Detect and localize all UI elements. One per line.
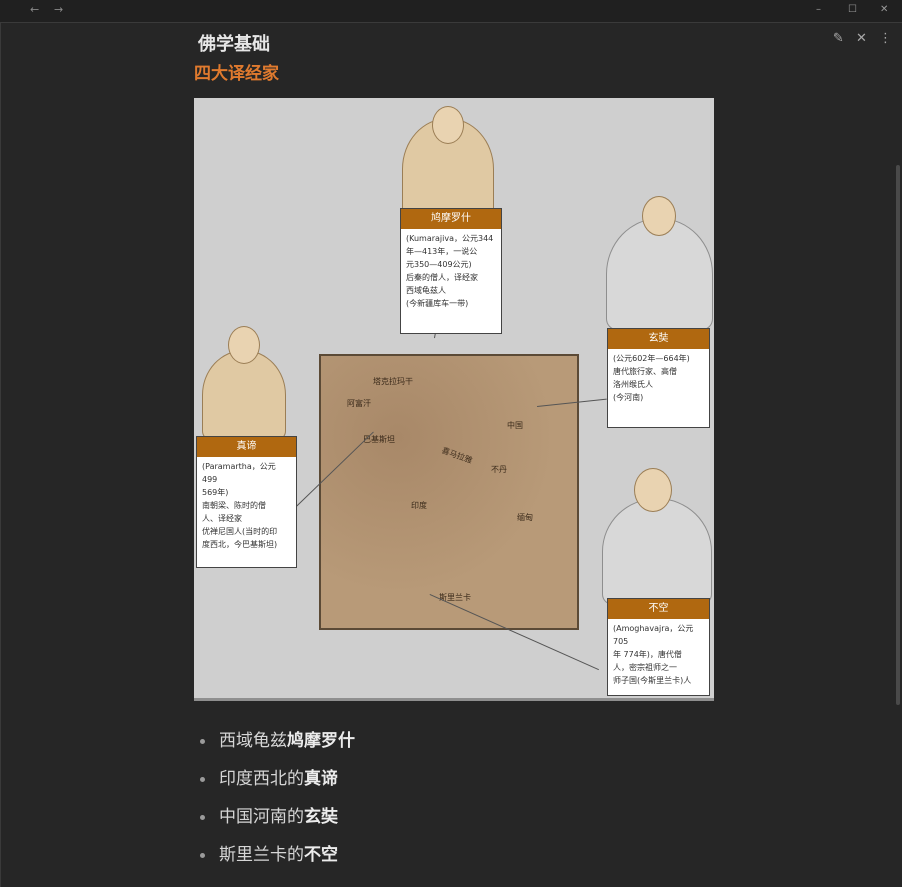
xuanzang-name: 玄奘 bbox=[608, 329, 709, 349]
amoghavajra-name: 不空 bbox=[608, 599, 709, 619]
map-label-china: 中国 bbox=[507, 421, 523, 430]
more-options-icon[interactable]: ⋮ bbox=[879, 31, 892, 46]
paramartha-head bbox=[228, 326, 260, 364]
window-titlebar: ← → – ☐ ✕ bbox=[0, 0, 902, 23]
map-label-himalaya: 喜马拉雅 bbox=[440, 445, 474, 466]
bullet-icon bbox=[200, 853, 205, 858]
window-close-icon[interactable]: ✕ bbox=[880, 4, 888, 15]
amoghavajra-head bbox=[634, 468, 672, 512]
figure-bottom-border bbox=[194, 698, 714, 701]
forward-arrow-icon[interactable]: → bbox=[54, 3, 63, 16]
amoghavajra-illustration bbox=[602, 498, 712, 605]
kumarajiva-desc: (Kumarajiva，公元344 年—413年，一说公 元350—409公元)… bbox=[406, 234, 494, 308]
list-item-text: 斯里兰卡的不空 bbox=[219, 842, 338, 868]
edit-icon[interactable]: ✎ bbox=[833, 31, 844, 46]
minimize-icon[interactable]: – bbox=[816, 4, 821, 15]
list-item-text: 印度西北的真谛 bbox=[219, 766, 338, 792]
list-item-text: 中国河南的玄奘 bbox=[219, 804, 338, 830]
list-item-bold: 鸠摩罗什 bbox=[287, 731, 355, 751]
list-item-prefix: 西域龟兹 bbox=[219, 731, 287, 751]
bullet-icon bbox=[200, 739, 205, 744]
translators-map-figure: 塔克拉玛干 阿富汗 巴基斯坦 中国 喜马拉雅 不丹 印度 缅甸 斯里兰卡 鸠摩罗… bbox=[194, 98, 714, 701]
maximize-icon[interactable]: ☐ bbox=[848, 4, 857, 15]
map-label-afghanistan: 阿富汗 bbox=[347, 399, 371, 408]
window-frame bbox=[0, 23, 1, 887]
bullet-icon bbox=[200, 815, 205, 820]
list-item-bold: 真谛 bbox=[304, 769, 338, 789]
xuanzang-card: 玄奘 (公元602年—664年) 唐代旅行家、高僧 洛州缑氏人 (今河南) bbox=[607, 328, 710, 428]
paramartha-desc: (Paramartha，公元499 569年) 南朝梁、陈时的僧 人、译经家 优… bbox=[202, 462, 278, 549]
list-item-prefix: 斯里兰卡的 bbox=[219, 845, 304, 865]
scrollbar[interactable] bbox=[896, 165, 900, 705]
list-item-bold: 不空 bbox=[304, 845, 338, 865]
kumarajiva-card: 鸠摩罗什 (Kumarajiva，公元344 年—413年，一说公 元350—4… bbox=[400, 208, 502, 334]
back-arrow-icon[interactable]: ← bbox=[30, 3, 39, 16]
list-item-prefix: 中国河南的 bbox=[219, 807, 304, 827]
xuanzang-head bbox=[642, 196, 676, 236]
map-label-myanmar: 缅甸 bbox=[517, 513, 533, 522]
bullet-icon bbox=[200, 777, 205, 782]
amoghavajra-card: 不空 (Amoghavajra，公元705 年 774年)，唐代僧 人，密宗祖师… bbox=[607, 598, 710, 696]
section-subtitle: 四大译经家 bbox=[194, 64, 279, 84]
map-label-india: 印度 bbox=[411, 501, 427, 510]
xuanzang-desc: (公元602年—664年) 唐代旅行家、高僧 洛州缑氏人 (今河南) bbox=[613, 354, 690, 402]
map-label-taklamakan: 塔克拉玛干 bbox=[373, 377, 413, 386]
paramartha-name: 真谛 bbox=[197, 437, 296, 457]
list-item-bold: 玄奘 bbox=[304, 807, 338, 827]
map-label-nepal: 不丹 bbox=[491, 465, 507, 474]
list-item-prefix: 印度西北的 bbox=[219, 769, 304, 789]
note-toolbar: ✎ ✕ ⋮ bbox=[825, 31, 892, 46]
kumarajiva-name: 鸠摩罗什 bbox=[401, 209, 501, 229]
close-icon[interactable]: ✕ bbox=[856, 31, 867, 46]
map-area: 塔克拉玛干 阿富汗 巴基斯坦 中国 喜马拉雅 不丹 印度 缅甸 斯里兰卡 bbox=[319, 354, 579, 630]
kumarajiva-head bbox=[432, 106, 464, 144]
page-title: 佛学基础 bbox=[198, 34, 270, 55]
paramartha-card: 真谛 (Paramartha，公元499 569年) 南朝梁、陈时的僧 人、译经… bbox=[196, 436, 297, 568]
list-item-text: 西域龟兹鸠摩罗什 bbox=[219, 728, 355, 754]
amoghavajra-desc: (Amoghavajra，公元705 年 774年)，唐代僧 人，密宗祖师之一 … bbox=[613, 624, 694, 685]
